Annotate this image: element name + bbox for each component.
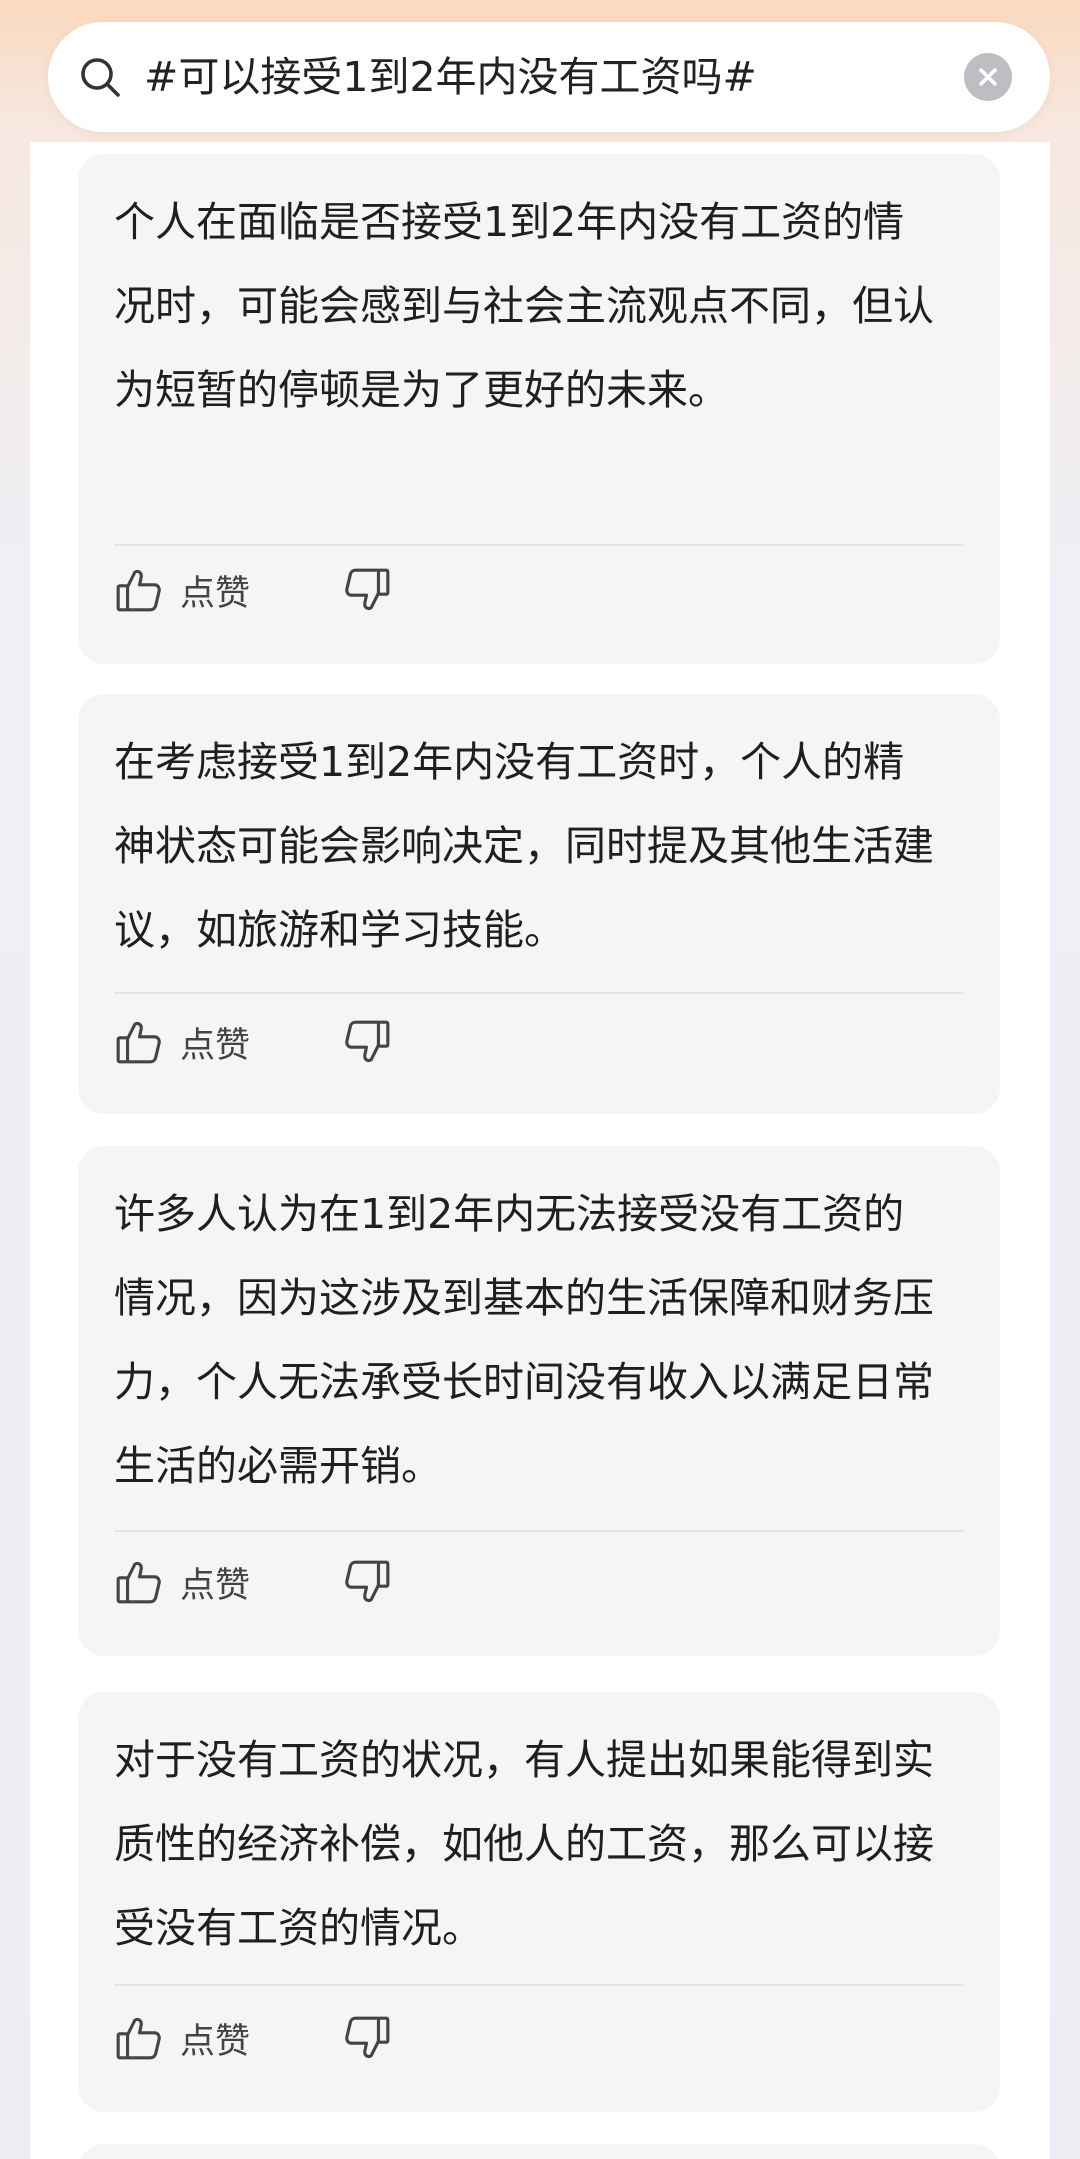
thumbs-up-icon: [116, 569, 161, 612]
answer-text: 在考虑接受1到2年内没有工资时，个人的精神状态可能会影响决定，同时提及其他生活建…: [114, 738, 934, 954]
card-divider: [114, 544, 964, 546]
dislike-button[interactable]: [342, 1012, 392, 1072]
answer-card: 在考虑接受1到2年内没有工资时，个人的精神状态可能会影响决定，同时提及其他生活建…: [78, 694, 1000, 1114]
answer-text: 个人在面临是否接受1到2年内没有工资的情况时，可能会感到与社会主流观点不同，但认…: [114, 198, 934, 414]
card-divider: [114, 992, 964, 994]
like-button[interactable]: 点赞: [114, 1552, 250, 1612]
answer-card: 个人在面临是否接受1到2年内没有工资的情况时，可能会感到与社会主流观点不同，但认…: [78, 154, 1000, 664]
thumbs-up-icon: [116, 1021, 161, 1064]
search-icon: [78, 55, 122, 99]
card-divider: [114, 1530, 964, 1532]
clear-search-button[interactable]: [964, 53, 1012, 101]
thumbs-down-icon: [345, 568, 390, 611]
answer-card: 对于没有工资的状况，有人提出如果能得到实质性的经济补偿，如他人的工资，那么可以接…: [78, 1692, 1000, 2112]
thumbs-up-icon: [116, 2017, 161, 2060]
answer-text: 许多人认为在1到2年内无法接受没有工资的情况，因为这涉及到基本的生活保障和财务压…: [114, 1190, 934, 1490]
like-label: 点赞: [180, 1565, 251, 1606]
like-button[interactable]: 点赞: [114, 1012, 250, 1072]
dislike-button[interactable]: [342, 1552, 392, 1612]
dislike-button[interactable]: [342, 560, 392, 620]
search-bar[interactable]: #可以接受1到2年内没有工资吗#: [48, 22, 1050, 132]
like-label: 点赞: [180, 573, 251, 614]
card-divider: [114, 1984, 964, 1986]
search-input[interactable]: #可以接受1到2年内没有工资吗#: [144, 22, 757, 132]
like-label: 点赞: [180, 1025, 251, 1066]
thumbs-down-icon: [345, 1560, 390, 1603]
answer-feed: 个人在面临是否接受1到2年内没有工资的情况时，可能会感到与社会主流观点不同，但认…: [30, 142, 1050, 2159]
like-button[interactable]: 点赞: [114, 2008, 250, 2068]
answer-card-partial: [78, 2144, 1000, 2159]
thumbs-down-icon: [345, 1020, 390, 1063]
like-label: 点赞: [180, 2021, 251, 2062]
answer-text: 对于没有工资的状况，有人提出如果能得到实质性的经济补偿，如他人的工资，那么可以接…: [114, 1736, 934, 1952]
close-icon: [979, 68, 997, 86]
dislike-button[interactable]: [342, 2008, 392, 2068]
thumbs-up-icon: [116, 1561, 161, 1604]
thumbs-down-icon: [345, 2016, 390, 2059]
answer-card: 许多人认为在1到2年内无法接受没有工资的情况，因为这涉及到基本的生活保障和财务压…: [78, 1146, 1000, 1656]
like-button[interactable]: 点赞: [114, 560, 250, 620]
